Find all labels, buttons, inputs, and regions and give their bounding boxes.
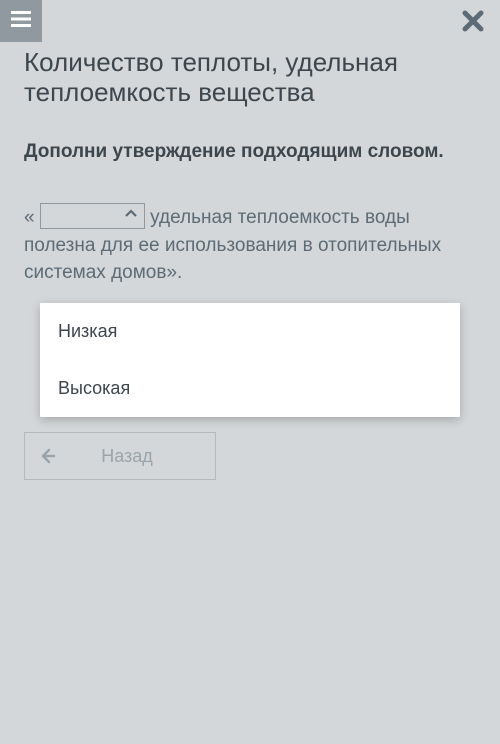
page-title: Количество теплоты, удельная теплоемкост… [24, 48, 476, 108]
sentence-block: « удельная теплоемкость воды полезна для… [24, 204, 476, 287]
chevron-up-icon [124, 202, 138, 230]
instruction-text: Дополни утверждение подходящим словом. [24, 140, 476, 165]
back-label: Назад [69, 446, 215, 467]
hamburger-icon [11, 10, 31, 33]
answer-dropdown[interactable] [40, 203, 145, 229]
close-button[interactable] [454, 4, 492, 42]
arrow-left-icon [25, 447, 69, 465]
open-quote: « [24, 207, 35, 228]
dropdown-option-low[interactable]: Низкая [40, 303, 460, 360]
back-button[interactable]: Назад [24, 432, 216, 480]
dropdown-option-high[interactable]: Высокая [40, 360, 460, 417]
close-icon [462, 10, 484, 37]
menu-button[interactable] [0, 0, 42, 42]
dropdown-menu: Низкая Высокая [40, 303, 460, 417]
